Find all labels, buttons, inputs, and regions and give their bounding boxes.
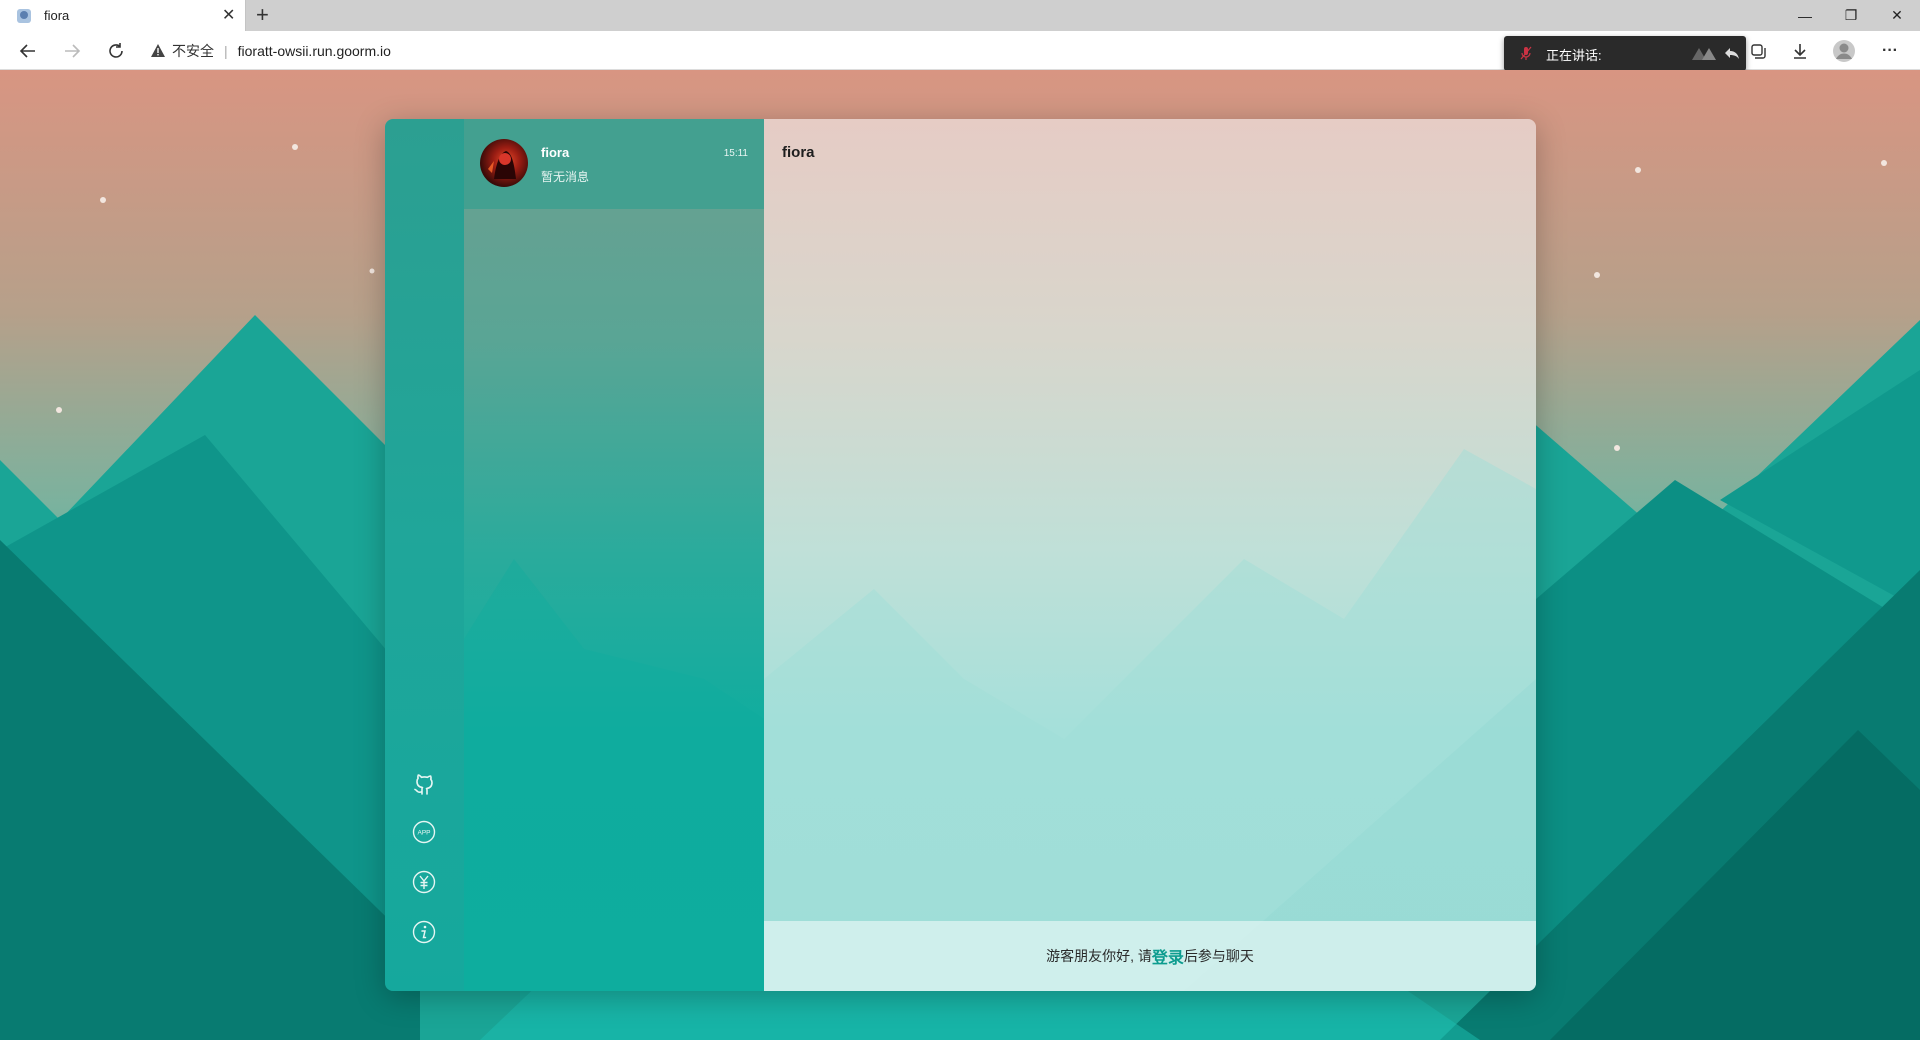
avatar [480, 139, 528, 187]
guest-notice-suffix: 后参与聊天 [1183, 948, 1254, 964]
back-arrow-icon [19, 44, 35, 58]
chat-app-window: APP fiora 15:11 暂无消息 fiora 游客朋友你好, 请 登录 … [385, 119, 1536, 991]
collections-button[interactable] [1744, 37, 1772, 65]
downloads-button[interactable] [1786, 37, 1814, 65]
reload-icon [109, 43, 123, 58]
chat-title: fiora [782, 144, 815, 161]
list-mountain-decor [464, 559, 764, 991]
close-tab-icon[interactable]: ✕ [222, 5, 235, 25]
reward-button[interactable] [411, 869, 437, 895]
linkman-name: fiora [541, 145, 570, 160]
github-button[interactable] [411, 769, 437, 795]
restore-button[interactable]: ❐ [1828, 0, 1874, 31]
tab-title: fiora [44, 8, 70, 23]
muted-mic-icon [1520, 46, 1532, 60]
minimize-button[interactable]: — [1782, 0, 1828, 31]
github-icon [414, 774, 433, 795]
address-bar[interactable]: 不安全 | fioratt-owsii.run.goorm.io [150, 31, 391, 70]
menu-button[interactable]: ··· [1876, 37, 1904, 65]
linkman-item[interactable]: fiora 15:11 暂无消息 [464, 119, 764, 209]
reply-icon[interactable] [1724, 45, 1740, 61]
url-text[interactable]: fioratt-owsii.run.goorm.io [238, 43, 391, 59]
forward-arrow-icon [65, 44, 81, 58]
chat-panel: fiora 游客朋友你好, 请 登录 后参与聊天 [764, 119, 1536, 991]
profile-avatar-icon [1833, 40, 1855, 62]
reload-button[interactable] [102, 37, 130, 65]
address-separator: | [224, 42, 228, 59]
chat-mountain-decor [764, 449, 1536, 991]
speaker-avatars-icon [1692, 48, 1716, 60]
app-icon-text: APP [417, 830, 430, 837]
app-icon: APP [412, 820, 436, 844]
security-label[interactable]: 不安全 [172, 41, 214, 61]
info-icon [412, 920, 436, 944]
download-icon [1794, 44, 1806, 59]
window-controls: — ❐ ✕ [1782, 0, 1920, 31]
browser-tab[interactable]: fiora ✕ [0, 0, 246, 31]
linkman-preview: 暂无消息 [541, 170, 590, 184]
back-button[interactable] [14, 37, 42, 65]
profile-button[interactable] [1830, 37, 1858, 65]
favicon-icon [17, 9, 31, 23]
browser-tab-bar: fiora ✕ + — ❐ ✕ [0, 0, 1920, 31]
new-tab-button[interactable]: + [256, 2, 269, 28]
app-download-button[interactable]: APP [411, 819, 437, 845]
linkman-list: fiora 15:11 暂无消息 [464, 119, 764, 991]
collections-icon [1751, 44, 1766, 59]
guest-notice-prefix: 游客朋友你好, 请 [1046, 948, 1152, 964]
about-button[interactable] [411, 919, 437, 945]
speaking-indicator: 正在讲话: [1504, 36, 1746, 71]
sidebar: APP [385, 119, 464, 991]
forward-button[interactable] [58, 37, 86, 65]
login-link[interactable]: 登录 [1152, 944, 1184, 968]
guest-notice: 游客朋友你好, 请 登录 后参与聊天 [764, 921, 1536, 991]
close-window-button[interactable]: ✕ [1874, 0, 1920, 31]
avatar-image [488, 151, 520, 179]
warning-icon [151, 43, 165, 57]
yen-icon [412, 870, 436, 894]
linkman-time: 15:11 [723, 148, 748, 159]
speaking-label: 正在讲话: [1546, 48, 1602, 63]
